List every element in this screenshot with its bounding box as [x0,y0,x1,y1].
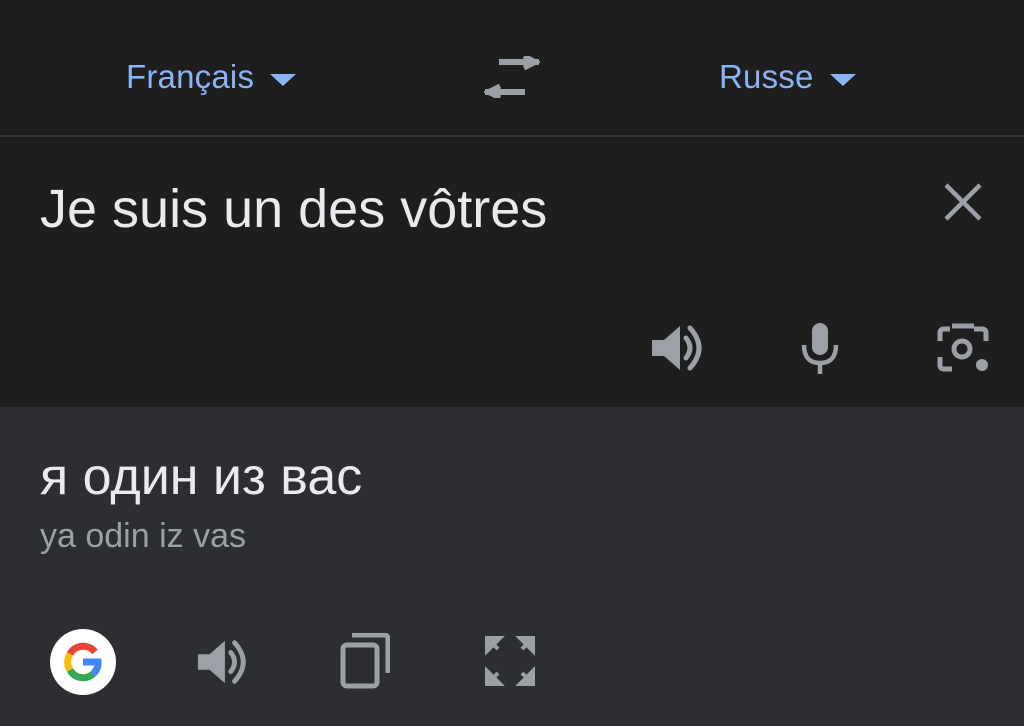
translation-text: я один из вас [40,448,363,506]
target-language-label: Russe [719,58,814,95]
transliteration-text: ya odin iz vas [40,517,246,555]
source-text-input[interactable]: Je suis un des vôtres [40,177,547,241]
camera-lens-icon[interactable] [936,323,990,375]
swap-arrows-icon[interactable] [484,56,540,98]
copy-icon[interactable] [340,633,390,689]
source-language-dropdown-icon [270,74,297,86]
source-speaker-icon[interactable] [650,323,706,373]
source-language-label: Français [126,58,255,95]
microphone-icon[interactable] [800,321,840,375]
target-language-selector[interactable]: Russe [719,52,856,102]
source-panel: Je suis un des vôtres [0,137,1024,407]
google-g-glyph [64,642,102,682]
source-language-selector[interactable]: Français [126,52,297,102]
translate-app: Français Russe Je suis un des vôtres я о… [0,0,1024,726]
result-speaker-icon[interactable] [196,637,250,687]
close-icon[interactable] [940,179,986,225]
result-panel: я один из вас ya odin iz vas [0,407,1024,726]
target-language-dropdown-icon [829,74,856,86]
fullscreen-icon[interactable] [484,635,536,687]
language-bar: Français Russe [0,0,1024,137]
google-g-icon[interactable] [50,629,116,695]
